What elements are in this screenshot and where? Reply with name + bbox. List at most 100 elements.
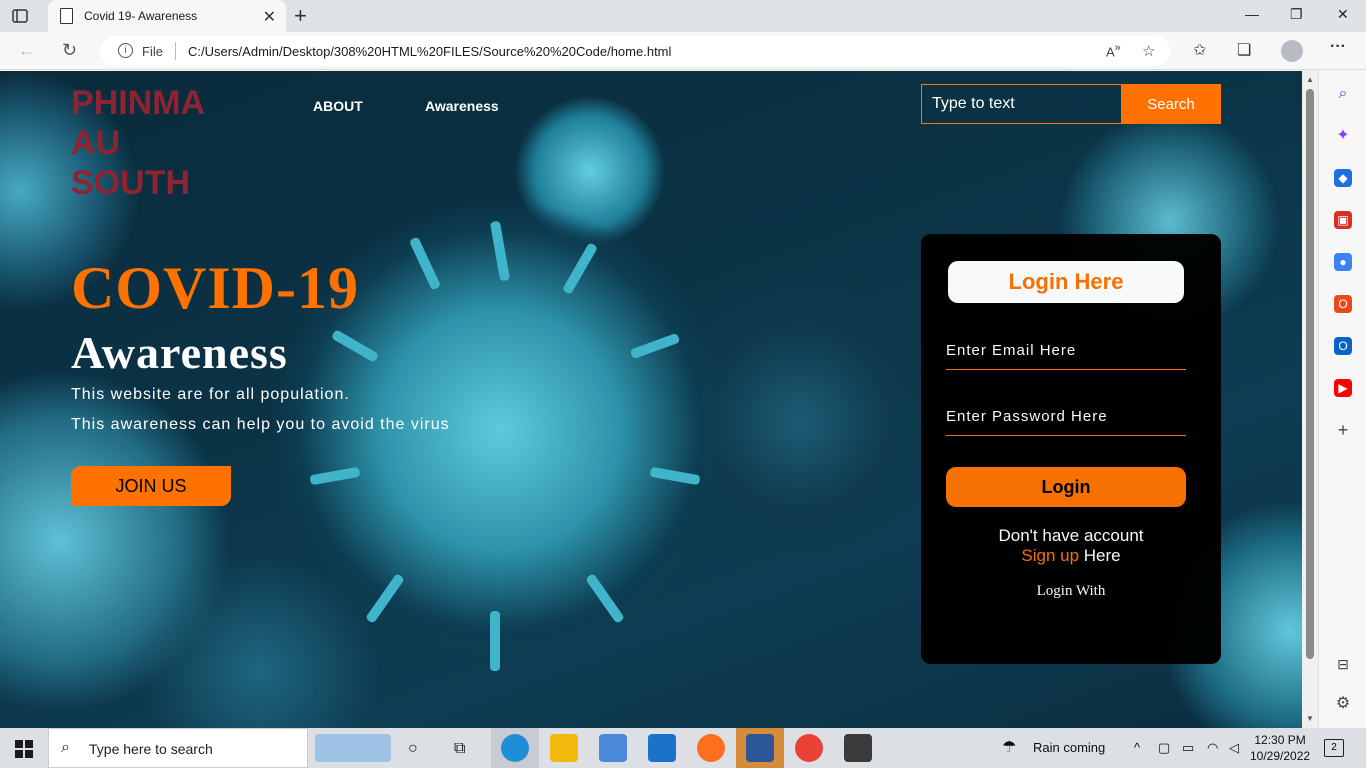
address-url[interactable]: C:/Users/Admin/Desktop/308%20HTML%20FILE…	[188, 44, 671, 59]
add-icon[interactable]: +	[1334, 421, 1352, 439]
taskbar-search-box[interactable]: ⌕ Type here to search	[48, 728, 308, 768]
virus-spike	[309, 466, 361, 486]
login-with-label: Login With	[1036, 583, 1106, 599]
virus-spike	[365, 573, 405, 624]
windows-taskbar: ⌕ Type here to search ○ ⧉ ☂ Rain coming …	[0, 728, 1366, 768]
address-bar[interactable]: i File C:/Users/Admin/Desktop/308%20HTML…	[100, 36, 1170, 66]
weather-text[interactable]: Rain coming	[1033, 740, 1105, 755]
brand-line: SOUTH	[71, 164, 190, 202]
search-icon: ⌕	[61, 739, 70, 756]
outlook-icon[interactable]: O	[1334, 337, 1352, 355]
battery-icon[interactable]: ▭	[1182, 740, 1194, 756]
divider	[175, 42, 176, 60]
add-favorite-icon[interactable]: ☆	[1142, 42, 1155, 60]
scroll-down-icon[interactable]: ▼	[1306, 714, 1314, 723]
copilot-icon[interactable]: ✦	[1334, 127, 1352, 145]
join-us-button[interactable]: JOIN US	[71, 466, 231, 506]
word-icon[interactable]	[746, 734, 774, 762]
mail-icon[interactable]	[648, 734, 676, 762]
site-search-input[interactable]	[921, 84, 1122, 124]
task-view-icon[interactable]: ⧉	[454, 740, 465, 758]
email-field[interactable]	[946, 332, 1186, 370]
windows-start-icon[interactable]	[15, 740, 33, 758]
search-icon[interactable]: ⌕	[1334, 85, 1352, 103]
favorites-icon[interactable]: ✩	[1193, 40, 1206, 60]
login-form: Login Here Login Don't have account Sign…	[921, 234, 1221, 664]
office-icon[interactable]: O	[1334, 295, 1352, 313]
brand-line: PHINMA	[71, 84, 206, 122]
address-bar-row: ← ↻ i File C:/Users/Admin/Desktop/308%20…	[0, 32, 1366, 70]
virus-spike	[330, 329, 380, 363]
meet-now-icon[interactable]: ▢	[1158, 740, 1170, 756]
new-tab-button[interactable]: +	[294, 3, 307, 29]
file-explorer-icon[interactable]	[550, 734, 578, 762]
sublime-text-icon[interactable]	[844, 734, 872, 762]
browser-tab-bar: Covid 19- Awareness ✕ + — ❐ ✕	[0, 0, 1366, 32]
virus-spike	[489, 220, 511, 282]
signup-suffix: Here	[1079, 546, 1121, 565]
cortana-icon[interactable]: ○	[408, 740, 418, 758]
firefox-icon[interactable]	[697, 734, 725, 762]
minimize-button[interactable]: —	[1245, 6, 1259, 22]
scheme-label: File	[142, 44, 163, 59]
profile-avatar[interactable]	[1281, 40, 1303, 62]
edge-sidebar: ⌕ ✦ ◆ ▣ ● O O ▶ + ⊟ ⚙	[1318, 71, 1366, 728]
sidebar-layout-icon[interactable]: ⊟	[1334, 655, 1352, 673]
scrollbar-thumb[interactable]	[1306, 89, 1314, 659]
virus-spike	[649, 466, 701, 486]
virus-spike	[490, 611, 500, 671]
tab-actions-icon[interactable]	[10, 6, 30, 26]
browser-tab[interactable]: Covid 19- Awareness ✕	[48, 0, 286, 32]
tab-title: Covid 19- Awareness	[84, 9, 198, 23]
rain-weather-icon[interactable]: ☂	[1002, 737, 1016, 757]
brand-line: AU	[71, 124, 121, 162]
signup-line: Sign up Here	[921, 546, 1221, 566]
refresh-icon[interactable]: ↻	[62, 40, 77, 61]
notifications-icon[interactable]: 2	[1324, 739, 1344, 757]
virus-spike	[629, 332, 681, 360]
hero-text-line: This awareness can help you to avoid the…	[71, 416, 450, 433]
settings-gear-icon[interactable]: ⚙	[1334, 695, 1352, 713]
show-hidden-icons-icon[interactable]: ^	[1134, 740, 1140, 755]
close-window-button[interactable]: ✕	[1337, 6, 1349, 23]
widgets-illustration-icon[interactable]	[315, 734, 391, 762]
taskbar-clock[interactable]: 12:30 PM 10/29/2022	[1250, 732, 1310, 764]
hero-subtitle: Awareness	[71, 327, 288, 378]
hero-text-line: This website are for all population.	[71, 386, 350, 403]
read-aloud-icon[interactable]: A»	[1106, 42, 1121, 59]
chrome-icon[interactable]	[795, 734, 823, 762]
page-icon	[60, 8, 73, 24]
site-search-button[interactable]: Search	[1121, 84, 1221, 124]
page-viewport: PHINMA AU SOUTH ABOUT Awareness Search C…	[0, 71, 1302, 728]
shopping-tag-icon[interactable]: ◆	[1334, 169, 1352, 187]
store-icon[interactable]	[599, 734, 627, 762]
login-title: Login Here	[948, 261, 1184, 303]
taskbar-search-placeholder: Type here to search	[89, 741, 213, 757]
nav-link-about[interactable]: ABOUT	[313, 98, 363, 114]
restore-button[interactable]: ❐	[1290, 6, 1303, 23]
scroll-up-icon[interactable]: ▲	[1306, 75, 1314, 84]
password-field[interactable]	[946, 398, 1186, 436]
back-arrow-icon[interactable]: ←	[18, 40, 36, 61]
more-menu-icon[interactable]: ···	[1330, 38, 1346, 56]
games-icon[interactable]: ●	[1334, 253, 1352, 271]
hero-title: COVID-19	[71, 255, 359, 321]
virus-spike	[408, 236, 442, 291]
collections-icon[interactable]: ❏	[1237, 40, 1251, 60]
nav-link-awareness[interactable]: Awareness	[425, 98, 499, 114]
youtube-icon[interactable]: ▶	[1334, 379, 1352, 397]
wifi-icon[interactable]: ◠	[1207, 740, 1218, 756]
info-icon[interactable]: i	[118, 43, 133, 58]
vertical-scrollbar[interactable]: ▲ ▼	[1302, 71, 1318, 728]
clock-date: 10/29/2022	[1250, 749, 1311, 763]
signup-link[interactable]: Sign up	[1021, 546, 1079, 565]
edge-browser-icon[interactable]	[501, 734, 529, 762]
virus-spike	[561, 242, 599, 295]
tools-icon[interactable]: ▣	[1334, 211, 1352, 229]
virus-spike	[585, 573, 625, 624]
no-account-text: Don't have account	[998, 526, 1144, 545]
volume-icon[interactable]: ◁	[1229, 740, 1239, 756]
login-button[interactable]: Login	[946, 467, 1186, 507]
close-tab-icon[interactable]: ✕	[263, 7, 276, 27]
site-brand: PHINMA AU SOUTH	[71, 83, 205, 203]
